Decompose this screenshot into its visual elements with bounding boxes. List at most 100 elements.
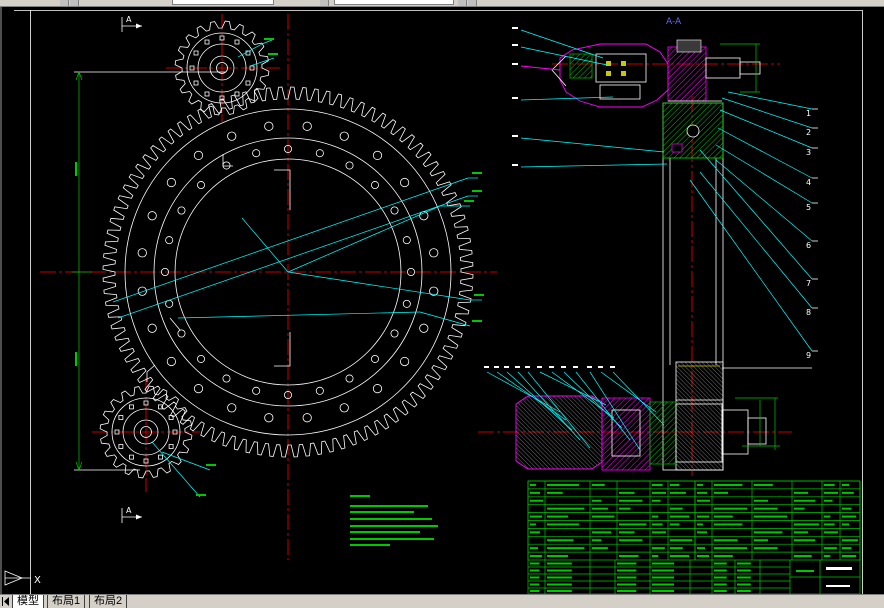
illegible-dimension-label <box>464 200 474 202</box>
illegible-parts-entry <box>547 491 563 494</box>
illegible-parts-entry <box>697 483 703 486</box>
illegible-title-entry <box>652 569 674 572</box>
illegible-note-line <box>350 518 432 520</box>
illegible-parts-entry <box>714 483 743 486</box>
illegible-parts-entry <box>652 523 663 526</box>
drawing-canvas[interactable]: A A A-A 1 2 3 4 5 6 7 8 9 X <box>0 7 884 594</box>
illegible-parts-entry <box>697 523 703 526</box>
illegible-balloon-label <box>512 135 518 137</box>
illegible-parts-entry <box>652 531 666 534</box>
illegible-parts-entry <box>714 515 733 518</box>
lower-motor-housing <box>515 395 603 470</box>
illegible-parts-entry <box>824 491 838 494</box>
illegible-parts-entry <box>652 483 663 486</box>
illegible-parts-entry <box>530 547 538 550</box>
illegible-title-entry <box>714 562 727 565</box>
tab-layout2[interactable]: 布局2 <box>89 595 128 608</box>
illegible-parts-entry <box>652 547 665 550</box>
illegible-dimension-label <box>472 172 482 174</box>
illegible-title-entry <box>547 583 572 586</box>
illegible-balloon-label <box>561 366 566 368</box>
illegible-title-entry <box>652 562 674 565</box>
illegible-parts-entry <box>619 523 647 526</box>
illegible-balloon-label <box>512 63 518 65</box>
illegible-title-entry <box>737 569 751 572</box>
illegible-dimension-label <box>264 38 274 40</box>
illegible-parts-entry <box>697 547 705 550</box>
balloon-3: 3 <box>806 148 811 157</box>
tab-first-icon[interactable] <box>1 596 10 607</box>
illegible-parts-entry <box>592 515 615 518</box>
illegible-balloon-label <box>494 366 499 368</box>
illegible-parts-entry <box>794 507 805 510</box>
tab-layout1[interactable]: 布局1 <box>47 595 86 608</box>
illegible-parts-entry <box>670 539 693 542</box>
toolbar-button[interactable] <box>458 0 467 6</box>
illegible-balloon-label <box>537 366 542 368</box>
illegible-parts-entry <box>714 539 738 542</box>
illegible-balloon-label <box>549 366 554 368</box>
illegible-parts-entry <box>714 555 733 558</box>
tab-model[interactable]: 模型 <box>12 595 44 608</box>
ucs-axis-label: X <box>34 575 41 586</box>
illegible-balloon-label <box>512 164 518 166</box>
illegible-title-entry <box>714 583 727 586</box>
illegible-title-entry <box>547 576 572 579</box>
illegible-balloon-label <box>512 27 518 29</box>
illegible-note-line <box>350 531 420 533</box>
illegible-parts-entry <box>794 531 809 534</box>
illegible-note-line <box>350 538 434 540</box>
illegible-parts-entry <box>714 507 748 510</box>
toolbar-button[interactable] <box>60 0 69 6</box>
illegible-balloon-label <box>587 366 592 368</box>
illegible-parts-entry <box>794 555 812 558</box>
illegible-parts-entry <box>530 523 536 526</box>
toolbar-dropdown[interactable] <box>334 0 454 5</box>
balloon-9: 9 <box>806 351 811 360</box>
toolbar <box>0 0 884 7</box>
illegible-note-line <box>350 495 370 497</box>
illegible-dimension-label <box>206 464 216 466</box>
illegible-parts-entry <box>592 547 608 550</box>
illegible-parts-entry <box>670 555 690 558</box>
illegible-title-entry <box>796 570 814 572</box>
illegible-balloon-label <box>515 366 520 368</box>
illegible-title-entry <box>617 583 637 586</box>
layout-tab-bar: 模型 布局1 布局2 <box>0 594 884 608</box>
toolbar-button[interactable] <box>70 0 79 6</box>
illegible-parts-entry <box>842 547 852 550</box>
illegible-balloon-label <box>525 366 530 368</box>
balloon-5: 5 <box>806 203 811 212</box>
toolbar-button[interactable] <box>468 0 477 6</box>
illegible-title-entry <box>617 590 637 592</box>
illegible-title-entry <box>530 583 540 586</box>
illegible-parts-entry <box>697 491 707 494</box>
illegible-parts-entry <box>824 555 831 558</box>
illegible-note-line <box>350 525 438 527</box>
illegible-parts-entry <box>652 491 666 494</box>
illegible-title-entry <box>652 576 674 579</box>
ring-seal <box>671 143 683 153</box>
illegible-parts-entry <box>697 531 707 534</box>
illegible-parts-entry <box>670 491 686 494</box>
illegible-parts-entry <box>547 547 585 550</box>
illegible-parts-entry <box>652 499 661 502</box>
illegible-parts-entry <box>619 491 635 494</box>
illegible-balloon-label <box>598 366 603 368</box>
illegible-parts-entry <box>754 547 778 550</box>
illegible-parts-entry <box>842 555 857 558</box>
illegible-title-entry <box>737 576 751 579</box>
illegible-parts-entry <box>754 515 788 518</box>
illegible-parts-entry <box>794 539 816 542</box>
toolbar-button[interactable] <box>320 0 329 6</box>
lower-flange <box>601 397 651 471</box>
illegible-drawing-number <box>826 585 850 587</box>
illegible-parts-entry <box>794 523 819 526</box>
toolbar-dropdown[interactable] <box>172 0 274 5</box>
illegible-parts-entry <box>530 499 543 502</box>
illegible-parts-entry <box>670 507 683 510</box>
illegible-balloon-label <box>504 366 509 368</box>
illegible-parts-entry <box>619 531 635 534</box>
illegible-title-entry <box>617 562 637 565</box>
illegible-parts-entry <box>824 515 831 518</box>
